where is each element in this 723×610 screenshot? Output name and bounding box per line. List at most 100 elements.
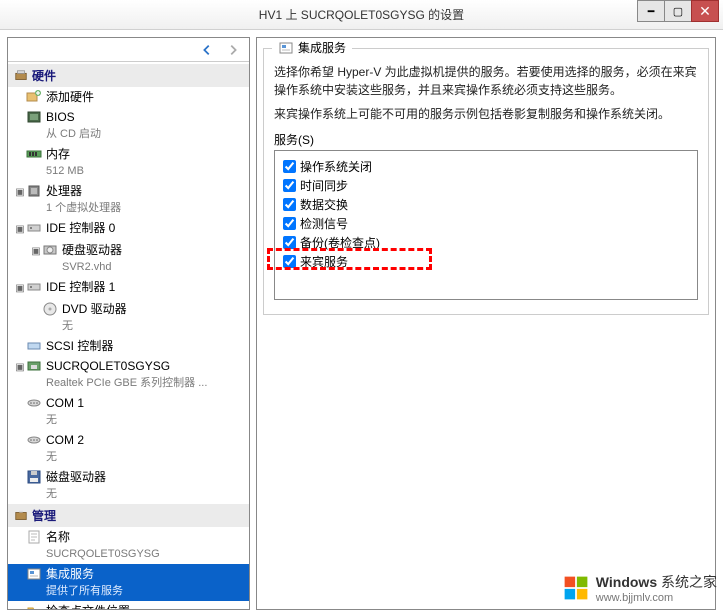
expander-icon[interactable]: ▣ xyxy=(14,220,26,238)
settings-detail-panel: 集成服务 选择你希望 Hyper-V 为此虚拟机提供的服务。若要使用选择的服务，… xyxy=(256,37,716,610)
node-floppy[interactable]: 磁盘驱动器 无 xyxy=(8,467,249,504)
node-label: 磁盘驱动器 xyxy=(46,469,106,485)
node-label: 添加硬件 xyxy=(46,89,94,105)
node-label: 集成服务 xyxy=(46,566,123,582)
node-label: IDE 控制器 0 xyxy=(46,220,115,236)
window-title: HV1 上 SUCRQOLET0SGYSG 的设置 xyxy=(0,6,723,23)
watermark-sub: 系统之家 xyxy=(661,574,717,590)
group-title-label: 集成服务 xyxy=(298,39,346,56)
settings-tree[interactable]: 硬件 添加硬件 BIOS 从 CD 启动 xyxy=(8,62,249,609)
node-sub: SVR2.vhd xyxy=(62,258,122,275)
hardware-icon xyxy=(14,69,28,83)
service-item[interactable]: 时间同步 xyxy=(283,176,689,195)
dvd-drive-icon xyxy=(42,301,58,317)
service-label: 备份(卷检查点) xyxy=(300,234,380,251)
node-label: 检查点文件位置 xyxy=(46,603,202,609)
window-buttons: ━ ▢ ✕ xyxy=(638,0,719,22)
node-label: BIOS xyxy=(46,109,101,125)
services-list: 操作系统关闭时间同步数据交换检测信号备份(卷检查点)来宾服务 xyxy=(274,150,698,300)
node-label: DVD 驱动器 xyxy=(62,301,127,317)
section-management-label: 管理 xyxy=(32,507,56,524)
integration-services-icon xyxy=(26,566,42,582)
expander-icon[interactable]: ▣ xyxy=(14,358,26,376)
tree-toolbar xyxy=(8,38,249,62)
node-name[interactable]: 名称 SUCRQOLET0SGYSG xyxy=(8,527,249,564)
section-hardware-label: 硬件 xyxy=(32,67,56,84)
service-item[interactable]: 检测信号 xyxy=(283,214,689,233)
integration-services-group: 集成服务 选择你希望 Hyper-V 为此虚拟机提供的服务。若要使用选择的服务，… xyxy=(263,48,709,315)
bios-icon xyxy=(26,109,42,125)
watermark: Windows 系统之家 www.bjjmlv.com xyxy=(562,572,717,604)
node-memory[interactable]: 内存 512 MB xyxy=(8,144,249,181)
description-2: 来宾操作系统上可能不可用的服务示例包括卷影复制服务和操作系统关闭。 xyxy=(274,105,698,123)
node-checkpoint-location[interactable]: 检查点文件位置 D:\VMM\SUCRQOLET0SGYSG xyxy=(8,601,249,609)
nav-back-button[interactable] xyxy=(195,40,219,60)
com-port-icon xyxy=(26,432,42,448)
folder-icon xyxy=(26,603,42,609)
node-label: COM 2 xyxy=(46,432,84,448)
section-management: 管理 xyxy=(8,504,249,527)
node-com2[interactable]: COM 2 无 xyxy=(8,430,249,467)
service-label: 数据交换 xyxy=(300,196,348,213)
close-button[interactable]: ✕ xyxy=(691,0,719,22)
node-add-hardware[interactable]: 添加硬件 xyxy=(8,87,249,107)
node-label: 处理器 xyxy=(46,183,121,199)
title-bar: HV1 上 SUCRQOLET0SGYSG 的设置 ━ ▢ ✕ xyxy=(0,0,723,30)
node-label: 硬盘驱动器 xyxy=(62,242,122,258)
service-checkbox[interactable] xyxy=(283,198,296,211)
node-bios[interactable]: BIOS 从 CD 启动 xyxy=(8,107,249,144)
work-area: 硬件 添加硬件 BIOS 从 CD 启动 xyxy=(0,30,723,610)
node-ide1[interactable]: ▣ IDE 控制器 1 xyxy=(8,277,249,299)
minimize-button[interactable]: ━ xyxy=(637,0,665,22)
maximize-button[interactable]: ▢ xyxy=(664,0,692,22)
section-hardware: 硬件 xyxy=(8,64,249,87)
service-label: 操作系统关闭 xyxy=(300,158,372,175)
expander-icon[interactable]: ▣ xyxy=(30,242,42,260)
management-icon xyxy=(14,509,28,523)
node-label: SCSI 控制器 xyxy=(46,338,113,354)
node-com1[interactable]: COM 1 无 xyxy=(8,393,249,430)
node-sub: Realtek PCIe GBE 系列控制器 ... xyxy=(46,374,207,391)
processor-icon xyxy=(26,183,42,199)
service-item[interactable]: 备份(卷检查点) xyxy=(283,233,689,252)
node-integration-services[interactable]: 集成服务 提供了所有服务 xyxy=(8,564,249,601)
service-checkbox[interactable] xyxy=(283,236,296,249)
network-adapter-icon xyxy=(26,358,42,374)
scsi-controller-icon xyxy=(26,338,42,354)
add-hardware-icon xyxy=(26,89,42,105)
node-sub: 无 xyxy=(46,448,84,465)
watermark-brand: Windows xyxy=(596,574,657,590)
node-sub: 从 CD 启动 xyxy=(46,125,101,142)
service-item[interactable]: 来宾服务 xyxy=(283,252,689,271)
node-sub: 提供了所有服务 xyxy=(46,582,123,599)
node-label: 内存 xyxy=(46,146,84,162)
service-label: 时间同步 xyxy=(300,177,348,194)
services-caption: 服务(S) xyxy=(274,131,698,148)
node-sub: 512 MB xyxy=(46,162,84,179)
node-sub: 无 xyxy=(46,485,106,502)
node-processor[interactable]: ▣ 处理器 1 个虚拟处理器 xyxy=(8,181,249,218)
service-item[interactable]: 操作系统关闭 xyxy=(283,157,689,176)
node-ide0-disk[interactable]: ▣ 硬盘驱动器 SVR2.vhd xyxy=(8,240,249,277)
group-title: 集成服务 xyxy=(272,39,352,56)
node-scsi[interactable]: SCSI 控制器 xyxy=(8,336,249,356)
service-checkbox[interactable] xyxy=(283,160,296,173)
node-ide0[interactable]: ▣ IDE 控制器 0 xyxy=(8,218,249,240)
node-sub: 1 个虚拟处理器 xyxy=(46,199,121,216)
service-item[interactable]: 数据交换 xyxy=(283,195,689,214)
service-checkbox[interactable] xyxy=(283,179,296,192)
node-sub: 无 xyxy=(46,411,84,428)
service-checkbox[interactable] xyxy=(283,255,296,268)
name-icon xyxy=(26,529,42,545)
expander-icon[interactable]: ▣ xyxy=(14,279,26,297)
node-nic[interactable]: ▣ SUCRQOLET0SGYSG Realtek PCIe GBE 系列控制器… xyxy=(8,356,249,393)
nav-forward-button[interactable] xyxy=(221,40,245,60)
service-checkbox[interactable] xyxy=(283,217,296,230)
node-ide1-dvd[interactable]: DVD 驱动器 无 xyxy=(8,299,249,336)
node-label: 名称 xyxy=(46,529,160,545)
node-label: IDE 控制器 1 xyxy=(46,279,115,295)
service-label: 检测信号 xyxy=(300,215,348,232)
integration-services-icon xyxy=(278,40,294,56)
description-1: 选择你希望 Hyper-V 为此虚拟机提供的服务。若要使用选择的服务，必须在来宾… xyxy=(274,63,698,99)
expander-icon[interactable]: ▣ xyxy=(14,183,26,201)
